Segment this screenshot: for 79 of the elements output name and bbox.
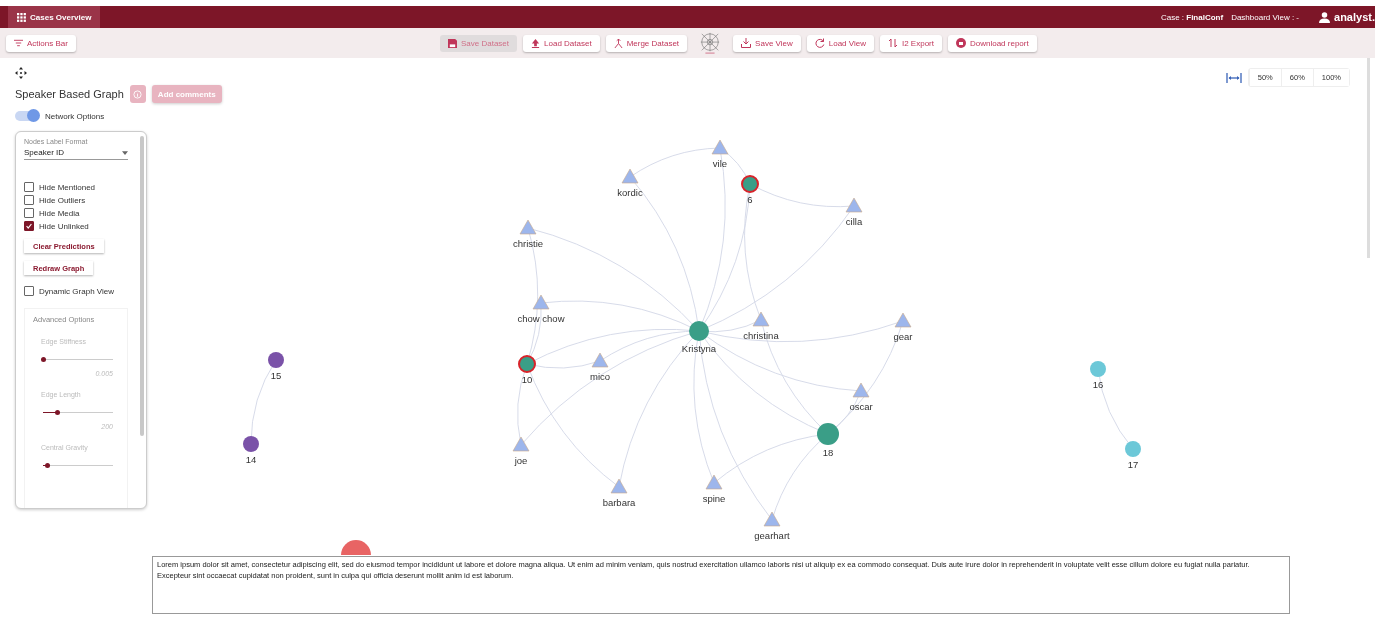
circle-node[interactable] [1125,441,1141,457]
sort-icon [887,38,898,48]
checkbox-option[interactable]: Hide Unlinked [24,221,89,231]
circle-node[interactable] [1090,361,1106,377]
triangle-node[interactable] [894,312,912,328]
triangle-node[interactable] [763,511,781,527]
node-label: 18 [822,447,834,458]
triangle-node[interactable] [591,352,609,368]
node-label: vile [712,158,728,169]
node-label: joe [514,455,528,466]
circle-node[interactable] [243,436,259,452]
triangle-node[interactable] [610,478,628,494]
circle-node[interactable] [741,175,759,193]
triangle-node[interactable] [519,219,537,235]
node-label: 15 [270,370,282,381]
node-label: spine [702,493,726,504]
network-options-label: Network Options [45,111,105,121]
node-label: cilla [845,216,863,227]
refresh-icon [814,38,825,48]
toolbar-button[interactable]: Load View [806,34,874,52]
scrollbar[interactable] [1367,58,1370,258]
node-label: 16 [1092,379,1104,390]
node-label: 14 [245,454,257,465]
triangle-node[interactable] [621,168,639,184]
report-icon [956,38,966,48]
triangle-node[interactable] [532,294,550,310]
toolbar-button[interactable]: Load Dataset [523,34,600,52]
save-icon [448,38,457,48]
check-icon [25,222,33,230]
case-name: Case : FinalConf [1160,12,1224,22]
upload-icon [531,38,541,48]
info-button[interactable] [129,85,146,103]
triangle-node[interactable] [512,436,530,452]
grid-icon [17,12,26,22]
triangle-node[interactable] [711,139,729,155]
circle-node[interactable] [689,321,709,341]
network-logo-icon[interactable] [699,31,722,55]
checkbox-option[interactable]: Hide Outliers [24,195,86,205]
triangle-node[interactable] [852,382,870,398]
node-label: oscar [849,401,873,412]
user-name: analyst. [1334,11,1375,23]
graph-title: Speaker Based Graph [15,88,124,100]
node-label: christie [512,238,544,249]
node-label: mico [589,371,611,382]
merge-icon [613,38,623,48]
node-label: barbara [602,497,636,508]
toolbar-button[interactable]: Save View [733,34,801,52]
dashboard-view: Dashboard View : - [1231,12,1300,22]
toolbar-button[interactable]: I2 Export [879,34,942,52]
node-label: 17 [1127,459,1139,470]
node-label: Kristyna [681,343,717,354]
user-icon [1319,11,1331,23]
caret-icon [122,150,128,155]
filter-icon [14,39,23,47]
triangle-node[interactable] [845,197,863,213]
toggle-switch[interactable] [15,111,39,121]
node-label: 10 [521,374,533,385]
fit-width-icon[interactable] [1225,72,1242,83]
node-label: gearhart [754,530,790,541]
download-icon [741,38,752,48]
move-icon[interactable] [15,67,27,79]
node-label: gear [893,331,913,342]
node-label: chow chow [517,313,565,324]
circle-node[interactable] [518,355,536,373]
circle-node[interactable] [817,423,839,445]
checkbox-option[interactable]: Dynamic Graph View [24,286,114,296]
info-icon [133,89,143,99]
actions-bar-button[interactable]: Actions Bar [6,34,76,52]
toolbar-button[interactable]: Merge Dataset [605,34,688,52]
node-label: christina [743,330,779,341]
circle-node[interactable] [268,352,284,368]
node-label: 6 [747,194,753,205]
checkbox-option[interactable]: Hide Media [24,208,80,218]
triangle-node[interactable] [705,474,723,490]
node-label: kordic [617,187,643,198]
checkbox-option[interactable]: Hide Mentioned [24,182,96,192]
toolbar-button[interactable]: Download report [948,34,1037,52]
cases-overview-button[interactable]: Cases Overview [8,6,101,28]
triangle-node[interactable] [752,311,770,327]
